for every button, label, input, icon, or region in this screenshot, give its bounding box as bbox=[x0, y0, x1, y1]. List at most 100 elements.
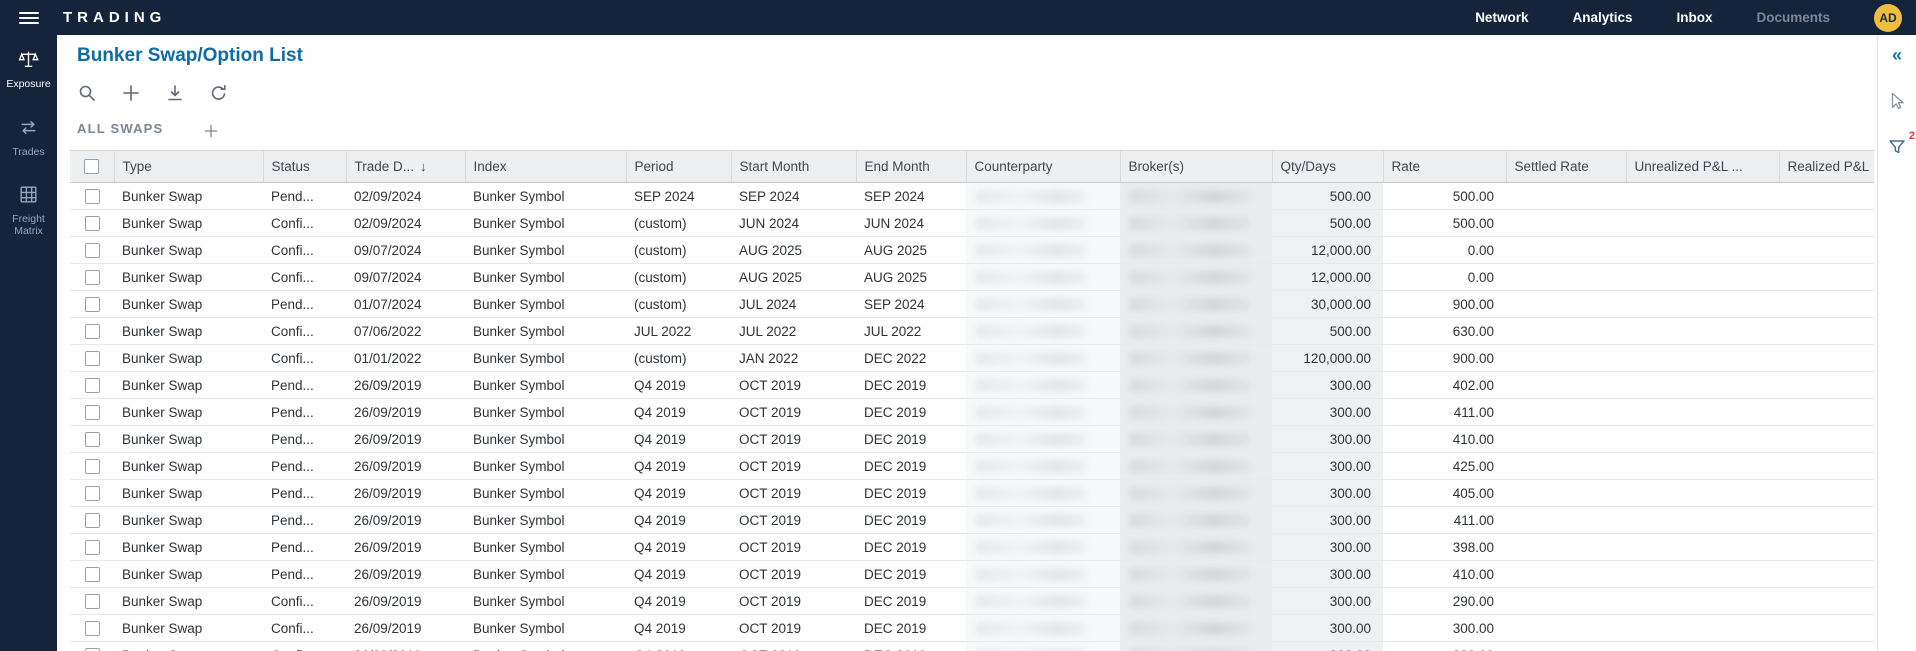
row-checkbox[interactable] bbox=[85, 513, 100, 528]
cell-rate: 900.00 bbox=[1383, 291, 1506, 318]
cell-qty: 300.00 bbox=[1272, 534, 1383, 561]
row-checkbox[interactable] bbox=[85, 405, 100, 420]
redacted-counterparty-value bbox=[976, 406, 1086, 419]
column-header-unrealized_pl[interactable]: Unrealized P&L ... bbox=[1626, 151, 1779, 183]
tab-all-swaps[interactable]: ALL SWAPS bbox=[77, 121, 163, 140]
table-row[interactable]: Bunker SwapConfi...09/07/2024Bunker Symb… bbox=[70, 237, 1874, 264]
cell-period: Q4 2019 bbox=[626, 426, 731, 453]
cell-status: Pend... bbox=[263, 534, 346, 561]
nav-documents[interactable]: Documents bbox=[1756, 10, 1830, 25]
row-checkbox[interactable] bbox=[85, 324, 100, 339]
row-checkbox[interactable] bbox=[85, 378, 100, 393]
filter-button[interactable]: 2 bbox=[1885, 135, 1909, 159]
sidebar-item-exposure[interactable]: Exposure bbox=[0, 49, 57, 91]
cell-settled_rate bbox=[1506, 318, 1626, 345]
cell-start_month: OCT 2019 bbox=[731, 588, 856, 615]
row-checkbox[interactable] bbox=[85, 540, 100, 555]
row-checkbox[interactable] bbox=[85, 351, 100, 366]
cell-start_month: OCT 2019 bbox=[731, 561, 856, 588]
row-checkbox[interactable] bbox=[85, 189, 100, 204]
column-header-brokers[interactable]: Broker(s) bbox=[1120, 151, 1272, 183]
row-checkbox[interactable] bbox=[85, 459, 100, 474]
table-row[interactable]: Bunker SwapPend...26/09/2019Bunker Symbo… bbox=[70, 399, 1874, 426]
table-row[interactable]: Bunker SwapPend...26/09/2019Bunker Symbo… bbox=[70, 561, 1874, 588]
row-checkbox[interactable] bbox=[85, 432, 100, 447]
sidebar-item-label: Exposure bbox=[4, 79, 52, 91]
cell-realized_pl bbox=[1779, 210, 1874, 237]
nav-inbox[interactable]: Inbox bbox=[1676, 10, 1712, 25]
row-checkbox[interactable] bbox=[85, 216, 100, 231]
cell-counterparty bbox=[966, 183, 1120, 210]
cell-start_month: JUN 2024 bbox=[731, 210, 856, 237]
cell-period: (custom) bbox=[626, 210, 731, 237]
table-row[interactable]: Bunker SwapPend...02/09/2024Bunker Symbo… bbox=[70, 183, 1874, 210]
redacted-brokers-value bbox=[1130, 325, 1250, 338]
row-checkbox[interactable] bbox=[85, 297, 100, 312]
row-checkbox[interactable] bbox=[85, 486, 100, 501]
table-row[interactable]: Bunker SwapConfi...07/06/2022Bunker Symb… bbox=[70, 318, 1874, 345]
table-row[interactable]: Bunker SwapConfi...02/09/2024Bunker Symb… bbox=[70, 210, 1874, 237]
table-row[interactable]: Bunker SwapPend...26/09/2019Bunker Symbo… bbox=[70, 507, 1874, 534]
cell-rate: 0.00 bbox=[1383, 237, 1506, 264]
table-row[interactable]: Bunker SwapPend...26/09/2019Bunker Symbo… bbox=[70, 453, 1874, 480]
column-header-start_month[interactable]: Start Month bbox=[731, 151, 856, 183]
column-header-end_month[interactable]: End Month bbox=[856, 151, 966, 183]
table-row[interactable]: Bunker SwapConfi...26/09/2019Bunker Symb… bbox=[70, 588, 1874, 615]
row-checkbox[interactable] bbox=[85, 243, 100, 258]
cell-end_month: DEC 2019 bbox=[856, 426, 966, 453]
row-select-cell bbox=[70, 588, 114, 615]
select-all-checkbox[interactable] bbox=[84, 159, 99, 174]
column-header-qty[interactable]: Qty/Days bbox=[1272, 151, 1383, 183]
cell-rate: 280.00 bbox=[1383, 642, 1506, 651]
table-row[interactable]: Bunker SwapConfi...09/07/2024Bunker Symb… bbox=[70, 264, 1874, 291]
column-header-index[interactable]: Index bbox=[465, 151, 626, 183]
column-header-trade_date[interactable]: Trade D...↓ bbox=[346, 151, 465, 183]
row-checkbox[interactable] bbox=[85, 567, 100, 582]
table-row[interactable]: Bunker SwapPend...01/07/2024Bunker Symbo… bbox=[70, 291, 1874, 318]
nav-analytics[interactable]: Analytics bbox=[1572, 10, 1632, 25]
table-row[interactable]: Bunker SwapPend...26/09/2019Bunker Symbo… bbox=[70, 534, 1874, 561]
cell-status: Confi... bbox=[263, 345, 346, 372]
add-tab-button[interactable] bbox=[203, 123, 219, 139]
table-row[interactable]: Bunker SwapPend...26/09/2019Bunker Symbo… bbox=[70, 480, 1874, 507]
redacted-counterparty-value bbox=[976, 217, 1086, 230]
table-row[interactable]: Bunker SwapPend...26/09/2019Bunker Symbo… bbox=[70, 426, 1874, 453]
nav-network[interactable]: Network bbox=[1475, 10, 1528, 25]
sidebar-item-trades[interactable]: Trades bbox=[0, 117, 57, 159]
column-header-settled_rate[interactable]: Settled Rate bbox=[1506, 151, 1626, 183]
collapse-panel-button[interactable]: « bbox=[1885, 43, 1909, 67]
swaps-table-container: TypeStatusTrade D...↓Index Period Start Mo… bbox=[70, 150, 1877, 651]
refresh-button[interactable] bbox=[207, 81, 231, 105]
column-header-counterparty[interactable]: Counterparty bbox=[966, 151, 1120, 183]
user-avatar[interactable]: AD bbox=[1874, 4, 1902, 32]
column-header-type[interactable]: Type bbox=[114, 151, 263, 183]
search-button[interactable] bbox=[75, 81, 99, 105]
pointer-tool-button[interactable] bbox=[1885, 89, 1909, 113]
add-button[interactable] bbox=[119, 81, 143, 105]
cell-end_month: SEP 2024 bbox=[856, 183, 966, 210]
table-row[interactable]: Bunker SwapConfi...01/01/2022Bunker Symb… bbox=[70, 345, 1874, 372]
download-button[interactable] bbox=[163, 81, 187, 105]
cell-realized_pl bbox=[1779, 534, 1874, 561]
column-label: Period bbox=[635, 159, 674, 174]
table-row[interactable]: Bunker SwapPend...26/09/2019Bunker Symbo… bbox=[70, 372, 1874, 399]
cell-index: Bunker Symbol bbox=[465, 588, 626, 615]
column-header-realized_pl[interactable]: Realized P&L bbox=[1779, 151, 1874, 183]
sidebar-item-freight-matrix[interactable]: Freight Matrix bbox=[0, 184, 57, 237]
redacted-brokers-value bbox=[1130, 406, 1250, 419]
cell-trade_date: 26/09/2019 bbox=[346, 642, 465, 651]
column-header-rate[interactable]: Rate bbox=[1383, 151, 1506, 183]
cell-realized_pl bbox=[1779, 561, 1874, 588]
row-checkbox[interactable] bbox=[85, 621, 100, 636]
menu-button[interactable] bbox=[0, 9, 57, 27]
column-header-period[interactable]: Period bbox=[626, 151, 731, 183]
cell-realized_pl bbox=[1779, 426, 1874, 453]
cell-trade_date: 01/01/2022 bbox=[346, 345, 465, 372]
row-checkbox[interactable] bbox=[85, 594, 100, 609]
app-window: TRADING Network Analytics Inbox Document… bbox=[0, 0, 1916, 651]
column-header-status[interactable]: Status bbox=[263, 151, 346, 183]
cell-type: Bunker Swap bbox=[114, 534, 263, 561]
row-checkbox[interactable] bbox=[85, 270, 100, 285]
table-row[interactable]: Bunker SwapConfi...26/09/2019Bunker Symb… bbox=[70, 615, 1874, 642]
table-row[interactable]: Bunker SwapConfi...26/09/2019Bunker Symb… bbox=[70, 642, 1874, 651]
